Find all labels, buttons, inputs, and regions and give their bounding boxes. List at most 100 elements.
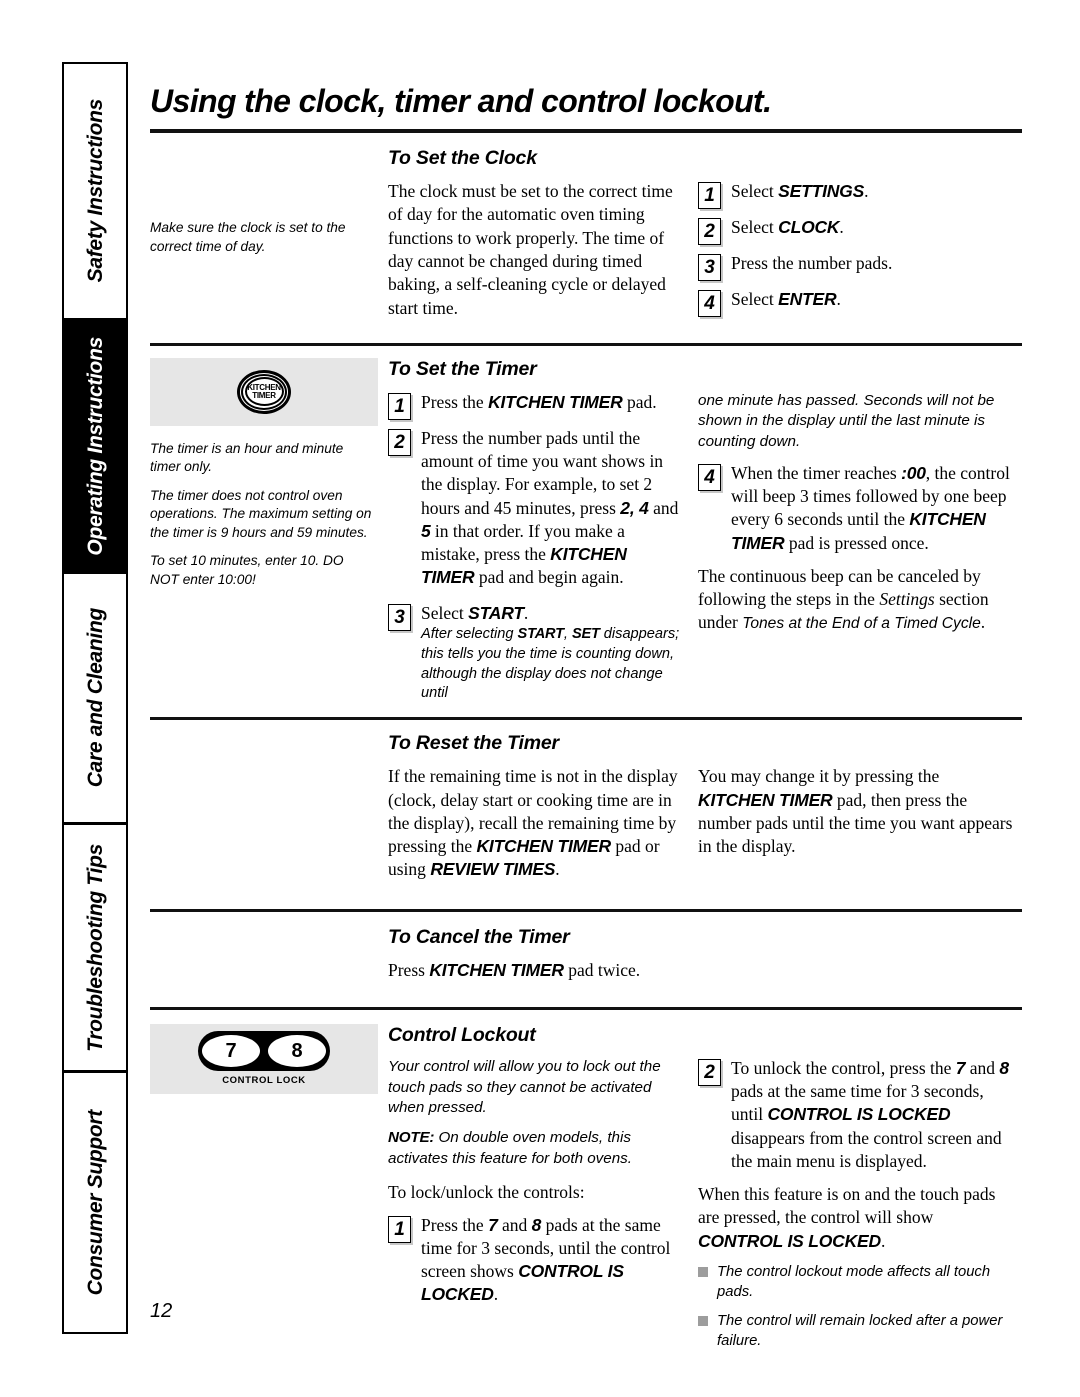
page-title: Using the clock, timer and control locko…: [150, 83, 772, 119]
section-to-reset-the-timer: To Reset the Timer If the remaining time…: [150, 720, 1022, 890]
sidebar-tab-care-and-cleaning[interactable]: Care and Cleaning: [62, 572, 128, 823]
step-text: When the timer reaches :00, the control …: [731, 462, 1010, 553]
emphasis-control-is-locked: CONTROL IS LOCKED: [698, 1230, 881, 1251]
step-number: 3: [388, 603, 411, 631]
step-item: 3 Select START. After selecting START, S…: [388, 602, 682, 705]
sidebar-tab-consumer-support[interactable]: Consumer Support: [62, 1071, 128, 1334]
step-text: Press the 7 and 8 pads at the same time …: [421, 1214, 671, 1305]
step-number: 1: [388, 392, 411, 420]
step-item: 2 Select CLOCK.: [698, 216, 1016, 246]
clock-margin-note: Make sure the clock is set to the correc…: [150, 220, 346, 254]
step-number: 4: [698, 290, 721, 318]
emphasis-pad-7: 7: [955, 1057, 966, 1078]
bullet-square-icon: [698, 1267, 708, 1277]
timer-steps-left: 1 Press the KITCHEN TIMER pad. 2 Press t…: [388, 391, 698, 712]
margin-column: Make sure the clock is set to the correc…: [150, 147, 388, 329]
reset-right-column: You may change it by pressing the KITCHE…: [698, 765, 1016, 890]
step-number: 2: [698, 1058, 721, 1086]
lockout-lead-in: To lock/unlock the controls:: [388, 1182, 585, 1203]
emphasis-control-is-locked: CONTROL IS LOCKED: [767, 1104, 951, 1125]
bullet-square-icon: [698, 1316, 708, 1327]
reset-right-text: You may change it by pressing the KITCHE…: [698, 766, 1013, 857]
control-lock-figure: 7 8 CONTROL LOCK: [150, 1023, 378, 1094]
step-number: 3: [698, 254, 721, 282]
timer-margin-note-1: The timer is an hour and minute timer on…: [150, 440, 344, 475]
step-number: 2: [388, 428, 411, 456]
emphasis-start: START: [517, 625, 564, 642]
sidebar-tab-label: Consumer Support: [83, 1109, 107, 1296]
emphasis-settings: Settings: [879, 589, 935, 610]
step-item: 2 To unlock the control, press the 7 and…: [698, 1057, 1016, 1173]
emphasis-clock: CLOCK: [778, 217, 840, 238]
control-lock-caption: CONTROL LOCK: [222, 1075, 306, 1087]
step-text: Press the KITCHEN TIMER pad.: [421, 391, 657, 412]
pad-label-line2: TIMER: [252, 390, 276, 400]
pad-key-7: 7: [202, 1035, 260, 1068]
section-heading-reset-timer: To Reset the Timer: [388, 732, 559, 755]
sidebar-tab-troubleshooting-tips[interactable]: Troubleshooting Tips: [62, 823, 128, 1071]
step-text: To unlock the control, press the 7 and 8…: [731, 1057, 1009, 1171]
bullet-text: The control will remain locked after a p…: [717, 1313, 1003, 1350]
emphasis-settings: SETTINGS: [778, 181, 865, 202]
section-heading-set-clock: To Set the Clock: [388, 147, 537, 170]
section-heading-cancel-timer: To Cancel the Timer: [388, 925, 570, 948]
emphasis-kitchen-timer: KITCHEN TIMER: [476, 836, 611, 857]
lockout-right-column: 2 To unlock the control, press the 7 and…: [698, 1057, 1016, 1361]
cancel-timer-text: Press KITCHEN TIMER pad twice.: [388, 959, 641, 980]
sidebar-tab-label: Troubleshooting Tips: [83, 843, 107, 1052]
lockout-intro-text: Your control will allow you to lock out …: [388, 1057, 661, 1117]
timer-steps-right: one minute has passed. Seconds will not …: [698, 391, 1016, 712]
emphasis-kitchen-timer: KITCHEN TIMER: [488, 391, 623, 412]
sidebar-tabs: Safety Instructions Operating Instructio…: [62, 62, 128, 1334]
timer-continued-text: one minute has passed. Seconds will not …: [698, 391, 995, 451]
step-item: 4 Select ENTER.: [698, 288, 1016, 318]
timer-margin-note-3: To set 10 minutes, enter 10. DO NOT ente…: [150, 553, 344, 587]
reset-left-text: If the remaining time is not in the disp…: [388, 766, 678, 880]
step-item: 1 Select SETTINGS.: [698, 180, 1016, 210]
kitchen-timer-pad-icon: KITCHEN TIMER: [237, 369, 291, 414]
step-item: 4 When the timer reaches :00, the contro…: [698, 462, 1016, 555]
step-number: 1: [388, 1215, 411, 1243]
bullet-item: The control will remain locked after a p…: [698, 1311, 1016, 1351]
emphasis-zero-zero: :00: [901, 462, 926, 483]
section-to-cancel-the-timer: To Cancel the Timer Press KITCHEN TIMER …: [150, 912, 1022, 991]
lockout-closing-text: When this feature is on and the touch pa…: [698, 1184, 996, 1251]
control-lock-pad-icon: 7 8: [198, 1031, 330, 1072]
section-control-lockout: 7 8 CONTROL LOCK Control Lockout Your co…: [150, 1010, 1022, 1361]
bullet-text: The control lockout mode affects all tou…: [717, 1264, 991, 1301]
emphasis-2-4: 2, 4: [620, 497, 649, 518]
margin-column: [150, 926, 388, 991]
step-number: 1: [698, 182, 721, 210]
note-label: NOTE:: [388, 1128, 435, 1146]
page-number: 12: [150, 1300, 173, 1322]
step-number: 2: [698, 218, 721, 246]
step-item: 1 Press the KITCHEN TIMER pad.: [388, 391, 682, 420]
sidebar-tab-safety-instructions[interactable]: Safety Instructions: [62, 62, 128, 319]
section-heading-control-lockout: Control Lockout: [388, 1023, 536, 1046]
emphasis-review-times: REVIEW TIMES: [430, 859, 556, 880]
section-to-set-the-clock: Make sure the clock is set to the correc…: [150, 133, 1022, 329]
emphasis-kitchen-timer: KITCHEN TIMER: [429, 959, 564, 980]
clock-body-text: The clock must be set to the correct tim…: [388, 181, 673, 318]
page-content: Using the clock, timer and control locko…: [150, 62, 1022, 1360]
step-item: 1 Press the 7 and 8 pads at the same tim…: [388, 1214, 682, 1307]
reset-left-column: If the remaining time is not in the disp…: [388, 765, 698, 890]
emphasis-enter: ENTER: [778, 289, 837, 310]
clock-body-column: The clock must be set to the correct tim…: [388, 180, 698, 329]
step-text: Select START. After selecting START, SET…: [421, 602, 682, 705]
emphasis-start: START: [468, 602, 524, 623]
margin-column: KITCHEN TIMER The timer is an hour and m…: [150, 357, 388, 712]
section-to-set-the-timer: KITCHEN TIMER The timer is an hour and m…: [150, 346, 1022, 712]
emphasis-pad-8: 8: [999, 1057, 1009, 1078]
emphasis-pad-8: 8: [531, 1214, 542, 1235]
step-number: 4: [698, 463, 721, 491]
step-item: 3 Press the number pads.: [698, 252, 1016, 282]
emphasis-kitchen-timer: KITCHEN TIMER: [698, 789, 833, 810]
clock-steps-list: 1 Select SETTINGS. 2 Select CLOCK. 3 Pre…: [698, 180, 1016, 329]
sidebar-tab-operating-instructions[interactable]: Operating Instructions: [62, 319, 128, 572]
step-subtext: After selecting START, SET disappears; t…: [421, 625, 680, 702]
section-heading-set-timer: To Set the Timer: [388, 357, 537, 380]
margin-column: 7 8 CONTROL LOCK: [150, 1023, 388, 1361]
kitchen-timer-figure: KITCHEN TIMER: [150, 357, 378, 426]
pad-key-8: 8: [268, 1035, 326, 1068]
